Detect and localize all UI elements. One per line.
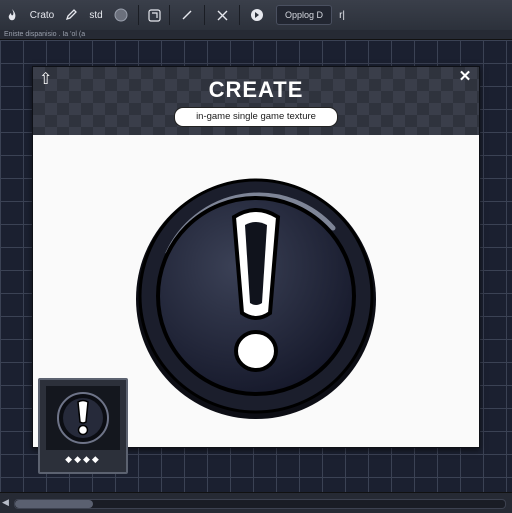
status-bar: ◀ (0, 492, 512, 513)
layers-icon[interactable] (145, 0, 163, 30)
dialog-subtitle: in-game single game texture (174, 107, 338, 127)
brush-icon[interactable] (176, 0, 198, 30)
top-toolbar: Crato std Opplog D r| (0, 0, 512, 31)
thumbnail-preview (46, 386, 120, 450)
dialog-title: CREATE (208, 77, 304, 102)
exclamation-icon[interactable] (133, 173, 379, 419)
extra-label: r| (339, 9, 345, 21)
sub-toolbar: Eniste dispanisio . Ia 'ol (a (0, 30, 512, 40)
dialog-close-icon[interactable]: ✕ (457, 69, 473, 85)
circle-icon[interactable] (110, 0, 132, 30)
scrollbar-thumb[interactable] (15, 500, 94, 508)
horizontal-scrollbar[interactable] (14, 499, 506, 509)
status-icon: ◀ (2, 497, 9, 507)
toolbar-divider (204, 5, 205, 25)
pin-icon[interactable] (246, 0, 268, 30)
flame-icon[interactable] (0, 0, 24, 30)
mode-dropdown[interactable]: Opplog D (276, 5, 333, 25)
dialog-header: ⇧ CREATE in-game single game texture ✕ (33, 67, 479, 135)
toolbar-divider (138, 5, 139, 25)
app-label[interactable]: Crato (24, 0, 60, 30)
toolbar-divider (169, 5, 170, 25)
toolbar-divider (239, 5, 240, 25)
exclamation-icon (57, 392, 109, 444)
close-icon[interactable] (211, 0, 233, 30)
subbar-text: Eniste dispanisio . Ia 'ol (a (4, 31, 86, 38)
pen-icon[interactable] (60, 0, 82, 30)
thumbnail-pager-dots[interactable]: ◆◆◆◆ (40, 454, 126, 465)
texture-thumbnail[interactable]: ◆◆◆◆ (38, 378, 128, 474)
mode-label[interactable]: std (82, 0, 110, 30)
